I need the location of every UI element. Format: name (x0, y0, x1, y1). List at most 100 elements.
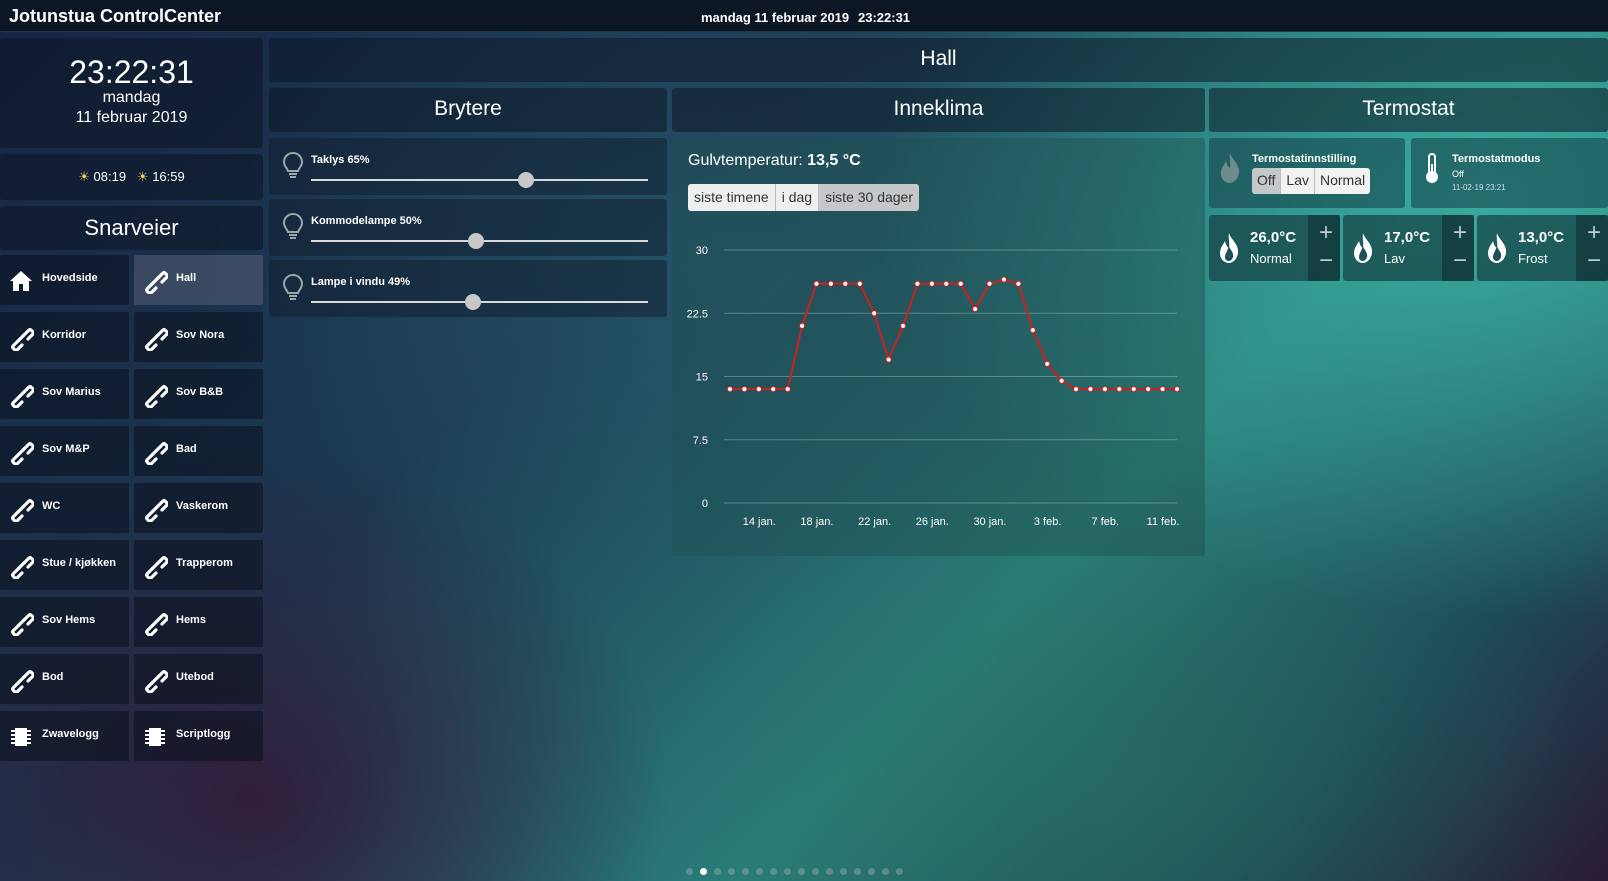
shortcut-label: Scriptlogg (176, 728, 231, 740)
shortcut-hovedside[interactable]: Hovedside (0, 255, 129, 305)
setting-normal-button[interactable]: Normal (1315, 168, 1371, 194)
shortcut-label: Utebod (176, 671, 214, 683)
setting-lav-button[interactable]: Lav (1281, 168, 1315, 194)
home-icon (8, 268, 34, 294)
data-point (957, 280, 964, 287)
page-dot[interactable] (868, 868, 875, 875)
shortcut-scriptlogg[interactable]: Scriptlogg (134, 711, 263, 761)
series-line (730, 278, 1177, 391)
shortcut-utebod[interactable]: Utebod (134, 654, 263, 704)
page-dot[interactable] (742, 868, 749, 875)
dimmer-knob[interactable] (468, 233, 485, 249)
page-dot[interactable] (840, 868, 847, 875)
data-point (1058, 377, 1065, 384)
data-point (755, 386, 762, 393)
thermostat-mode-timestamp: 11-02-19 23:21 (1452, 183, 1506, 192)
shortcut-label: Sov Marius (42, 386, 101, 398)
page-dot[interactable] (854, 868, 861, 875)
shortcut-label: Sov B&B (176, 386, 224, 398)
page-dot[interactable] (784, 868, 791, 875)
flame-icon (1220, 233, 1239, 263)
flame-icon (1221, 153, 1240, 183)
shortcut-bod[interactable]: Bod (0, 654, 129, 704)
setpoint-temp: 26,0°C (1250, 229, 1297, 246)
switch-card: Taklys 65% (269, 138, 667, 195)
setting-off-button[interactable]: Off (1252, 168, 1282, 194)
data-point (943, 280, 950, 287)
page-dot[interactable] (756, 868, 763, 875)
flame-icon (1488, 233, 1507, 263)
shortcut-bad[interactable]: Bad (134, 426, 263, 476)
thermostat-title: Termostat (1209, 88, 1608, 132)
shortcut-label: Stue / kjøkken (42, 557, 116, 569)
data-point (856, 280, 863, 287)
switch-card: Kommodelampe 50% (269, 199, 667, 256)
switch-card: Lampe i vindu 49% (269, 260, 667, 317)
dimmer-knob[interactable] (464, 294, 481, 310)
link-icon (142, 496, 170, 524)
increase-button[interactable]: + (1319, 219, 1333, 247)
chip-icon (142, 724, 168, 750)
page-dot[interactable] (700, 868, 707, 875)
shortcut-sov-m-p[interactable]: Sov M&P (0, 426, 129, 476)
data-point (827, 280, 835, 287)
page-dot[interactable] (896, 868, 903, 875)
app-title: Jotunstua ControlCenter (9, 6, 222, 26)
shortcut-hall[interactable]: Hall (134, 255, 263, 305)
setpoint-temp: 17,0°C (1384, 229, 1431, 246)
shortcut-sov-marius[interactable]: Sov Marius (0, 369, 129, 419)
switches-title: Brytere (269, 88, 667, 132)
thermometer-icon (1426, 153, 1438, 183)
page-dot[interactable] (882, 868, 889, 875)
shortcut-zwavelogg[interactable]: Zwavelogg (0, 711, 129, 761)
setpoint-frost: 13,0°C Frost + − (1477, 215, 1608, 281)
range-button-today[interactable]: i dag (775, 184, 820, 211)
x-tick-label: 3 feb. (1034, 516, 1062, 528)
thermostat-mode-label: Termostatmodus (1452, 153, 1541, 165)
page-dot[interactable] (770, 868, 777, 875)
page-dot[interactable] (714, 868, 721, 875)
dimmer-knob[interactable] (517, 172, 534, 188)
shortcut-sov-hems[interactable]: Sov Hems (0, 597, 129, 647)
data-point (1116, 386, 1123, 393)
thermostat-setting-card: Termostatinnstilling Off Lav Normal (1209, 138, 1405, 208)
range-button-30days[interactable]: siste 30 dager (819, 184, 920, 211)
page-dot[interactable] (812, 868, 819, 875)
page-dot[interactable] (798, 868, 805, 875)
range-button-hours[interactable]: siste timene (688, 184, 776, 211)
data-point (1173, 386, 1181, 393)
link-icon (8, 553, 36, 581)
dimmer-track[interactable] (311, 179, 648, 181)
floor-temp-label: Gulvtemperatur: (688, 152, 803, 169)
data-point (1029, 327, 1036, 334)
shortcut-sov-nora[interactable]: Sov Nora (134, 312, 263, 362)
shortcut-wc[interactable]: WC (0, 483, 129, 533)
data-point (1000, 276, 1008, 283)
y-tick-label: 22.5 (687, 308, 708, 320)
shortcut-hems[interactable]: Hems (134, 597, 263, 647)
page-dot[interactable] (686, 868, 693, 875)
page-dot[interactable] (826, 868, 833, 875)
sunrise-icon: ☀ (78, 169, 90, 184)
x-tick-label: 7 feb. (1092, 516, 1120, 528)
shortcut-trapperom[interactable]: Trapperom (134, 540, 263, 590)
shortcut-sov-b-b[interactable]: Sov B&B (134, 369, 263, 419)
decrease-button[interactable]: − (1587, 247, 1601, 275)
data-point (1159, 386, 1166, 393)
shortcut-label: Sov Hems (42, 614, 96, 626)
sunset-time: 16:59 (152, 169, 185, 184)
increase-button[interactable]: + (1587, 219, 1601, 247)
shortcut-vaskerom[interactable]: Vaskerom (134, 483, 263, 533)
decrease-button[interactable]: − (1319, 247, 1333, 275)
shortcut-korridor[interactable]: Korridor (0, 312, 129, 362)
link-icon (142, 667, 170, 695)
shortcut-stue-kjøkken[interactable]: Stue / kjøkken (0, 540, 129, 590)
data-point (770, 386, 777, 393)
shortcut-label: Hems (176, 614, 206, 626)
increase-button[interactable]: + (1453, 219, 1467, 247)
thermostat-mode-card: Termostatmodus Off 11-02-19 23:21 (1411, 138, 1608, 208)
link-icon (8, 325, 36, 353)
page-dot[interactable] (728, 868, 735, 875)
decrease-button[interactable]: − (1453, 247, 1467, 275)
setpoint-name: Lav (1384, 251, 1405, 266)
